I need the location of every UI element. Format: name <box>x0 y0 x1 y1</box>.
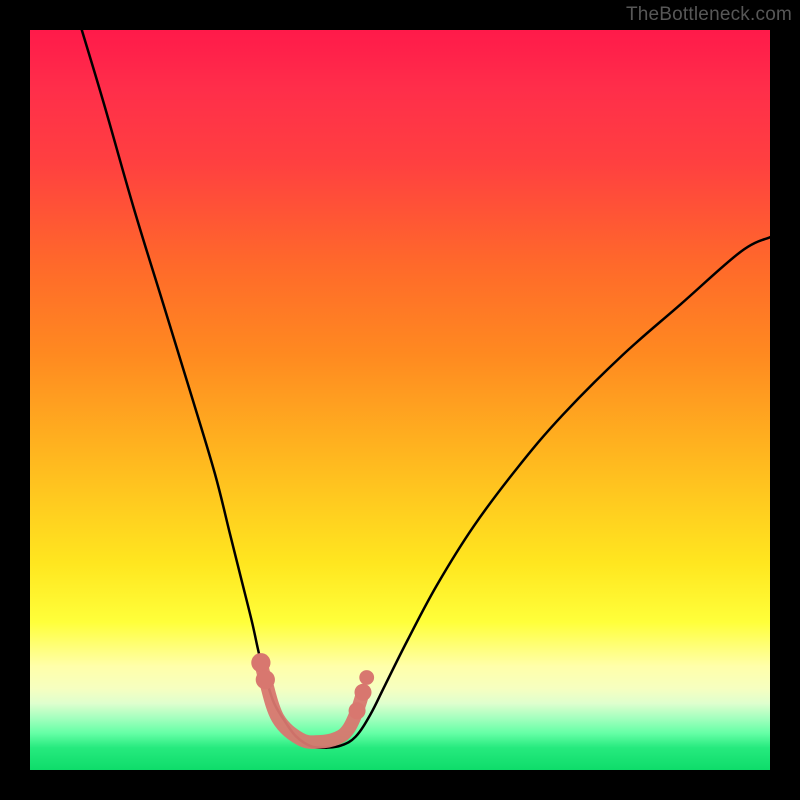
watermark-text: TheBottleneck.com <box>626 4 792 26</box>
plot-area <box>30 30 770 770</box>
marker-dot <box>359 670 374 685</box>
marker-dot <box>349 702 366 719</box>
marker-dot <box>354 684 371 701</box>
chart-root: TheBottleneck.com <box>0 0 800 800</box>
series-left-curve <box>82 30 326 748</box>
series-valley-marker <box>261 663 363 742</box>
marker-dot <box>256 670 275 689</box>
curve-layer <box>30 30 770 770</box>
series-right-curve <box>326 237 770 748</box>
marker-dot <box>251 653 270 672</box>
